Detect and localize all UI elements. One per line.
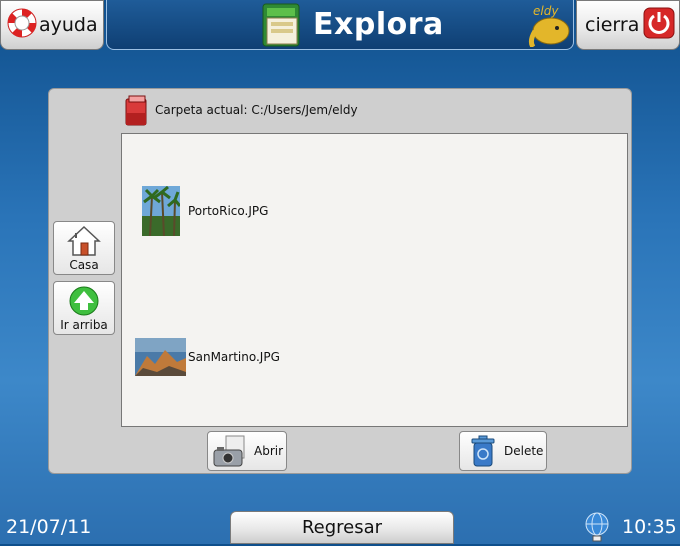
go-up-label: Ir arriba (60, 318, 108, 332)
up-arrow-icon (69, 286, 99, 316)
back-label: Regresar (301, 517, 383, 538)
trash-icon (471, 435, 495, 467)
svg-text:eldy: eldy (533, 4, 559, 18)
help-button[interactable]: ayuda (0, 0, 104, 50)
network-globe-icon[interactable] (584, 512, 610, 546)
title-bar: Explora eldy (106, 0, 574, 50)
file-item[interactable]: PortoRico.JPG (142, 186, 268, 236)
mountain-photo-thumbnail (135, 338, 186, 376)
house-icon (67, 225, 101, 256)
clock-display: 10:35 (622, 516, 677, 538)
file-name: PortoRico.JPG (188, 204, 269, 218)
app-title: Explora (313, 7, 444, 42)
home-label: Casa (69, 258, 99, 272)
file-cabinet-icon (259, 2, 303, 52)
file-list: PortoRico.JPG SanMartino.JPG (121, 133, 628, 427)
open-button[interactable]: Abrir (207, 431, 287, 471)
file-browser-panel: Carpeta actual: C:/Users/Jem/eldy Casa I… (48, 88, 632, 474)
camera-icon (213, 435, 245, 467)
file-name: SanMartino.JPG (188, 350, 280, 364)
palm-photo-thumbnail (142, 186, 180, 236)
go-up-button[interactable]: Ir arriba (53, 281, 115, 335)
current-folder-path: Carpeta actual: C:/Users/Jem/eldy (155, 103, 358, 117)
eldy-logo: eldy (527, 1, 571, 51)
close-label: cierra (585, 14, 640, 36)
date-display: 21/07/11 (6, 516, 92, 538)
home-button[interactable]: Casa (53, 221, 115, 275)
back-button[interactable]: Regresar (230, 511, 454, 544)
file-item[interactable]: SanMartino.JPG (135, 338, 280, 376)
folder-icon (125, 95, 149, 131)
delete-label: Delete (504, 444, 544, 458)
lifebuoy-icon (5, 6, 39, 44)
delete-button[interactable]: Delete (459, 431, 547, 471)
help-label: ayuda (39, 14, 98, 36)
close-button[interactable]: cierra (576, 0, 680, 50)
power-icon (643, 7, 675, 43)
open-label: Abrir (254, 444, 284, 458)
